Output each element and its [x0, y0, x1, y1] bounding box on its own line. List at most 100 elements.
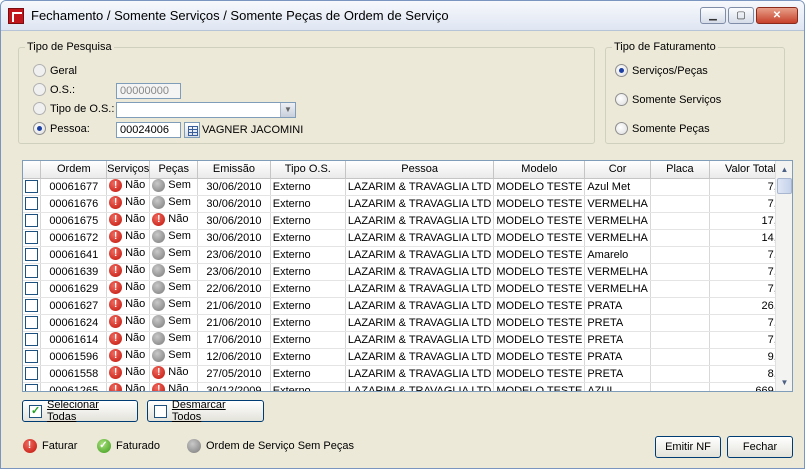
- col-header-ordem[interactable]: Ordem: [40, 161, 108, 179]
- table-row[interactable]: 00061639 Não Sem 23/06/2010ExternoLAZARIM &…: [23, 263, 792, 281]
- row-select-cell[interactable]: [23, 348, 42, 366]
- title-bar[interactable]: Fechamento / Somente Serviços / Somente …: [1, 1, 804, 31]
- cell-pecas: Sem: [149, 195, 199, 213]
- col-header-emissao[interactable]: Emissão: [197, 161, 271, 179]
- chevron-down-icon[interactable]: ▼: [280, 103, 295, 117]
- radio-servicos-pecas[interactable]: Serviços/Peças: [615, 64, 708, 77]
- col-header-pecas[interactable]: Peças: [149, 161, 199, 179]
- cell-placa: [650, 382, 710, 391]
- table-row[interactable]: 00061614 Não Sem 17/06/2010ExternoLAZARIM &…: [23, 331, 792, 349]
- minimize-button[interactable]: ▁: [700, 7, 726, 24]
- row-checkbox[interactable]: [25, 299, 39, 312]
- row-select-cell[interactable]: [23, 178, 42, 196]
- col-header-servicos[interactable]: Serviços: [106, 161, 151, 179]
- row-checkbox[interactable]: [25, 248, 39, 261]
- row-select-cell[interactable]: [23, 212, 42, 230]
- col-header-select[interactable]: [23, 161, 42, 179]
- row-select-cell[interactable]: [23, 280, 42, 298]
- status-gray-icon: [152, 314, 166, 328]
- table-row[interactable]: 00061558 Não Não 27/05/2010ExternoLAZARIM &…: [23, 365, 792, 383]
- table-row[interactable]: 00061596 Não Sem 12/06/2010ExternoLAZARIM &…: [23, 348, 792, 366]
- table-row[interactable]: 00061675 Não Não 30/06/2010ExternoLAZARIM &…: [23, 212, 792, 230]
- radio-tipo-os-circle[interactable]: [33, 102, 46, 115]
- row-select-cell[interactable]: [23, 263, 42, 281]
- radio-pessoa[interactable]: Pessoa:: [33, 122, 90, 135]
- row-checkbox[interactable]: [25, 333, 39, 346]
- table-row[interactable]: 00061265 Não Não 30/12/2009ExternoLAZARIM &…: [23, 382, 792, 391]
- table-row[interactable]: 00061624 Não Sem 21/06/2010ExternoLAZARIM &…: [23, 314, 792, 332]
- close-button[interactable]: Fechar: [727, 436, 793, 458]
- cell-modelo: MODELO TESTE: [493, 246, 586, 264]
- col-header-pessoa[interactable]: Pessoa: [345, 161, 495, 179]
- radio-servicos-pecas-circle[interactable]: [615, 64, 628, 77]
- cell-servicos: Não: [106, 195, 151, 213]
- table-row[interactable]: 00061676 Não Sem 30/06/2010ExternoLAZARIM &…: [23, 195, 792, 213]
- radio-pessoa-circle[interactable]: [33, 122, 46, 135]
- table-row[interactable]: 00061629 Não Sem 22/06/2010ExternoLAZARIM &…: [23, 280, 792, 298]
- radio-os-circle[interactable]: [33, 83, 46, 96]
- row-checkbox[interactable]: [25, 316, 39, 329]
- lookup-pessoa-icon[interactable]: [184, 122, 200, 138]
- unselect-all-button[interactable]: Desmarcar Todos: [147, 399, 264, 423]
- table-row[interactable]: 00061627 Não Sem 21/06/2010ExternoLAZARIM &…: [23, 297, 792, 315]
- radio-geral[interactable]: Geral: [33, 64, 77, 77]
- close-window-button[interactable]: ✕: [756, 7, 798, 24]
- row-select-cell[interactable]: [23, 382, 42, 391]
- scroll-thumb[interactable]: [777, 178, 792, 194]
- status-red-icon: [152, 212, 166, 226]
- row-select-cell[interactable]: [23, 314, 42, 332]
- tipo-os-select[interactable]: ▼: [116, 102, 296, 118]
- legend-sem-pecas: Ordem de Serviço Sem Peças: [187, 439, 354, 453]
- scroll-up-icon[interactable]: ▲: [777, 162, 792, 177]
- vertical-scrollbar[interactable]: ▲ ▼: [775, 161, 792, 391]
- emit-nf-button[interactable]: Emitir NF: [655, 436, 721, 458]
- row-checkbox[interactable]: [25, 384, 39, 391]
- col-header-modelo[interactable]: Modelo: [493, 161, 586, 179]
- cell-modelo: MODELO TESTE: [493, 365, 586, 383]
- maximize-button[interactable]: ▢: [728, 7, 754, 24]
- cell-placa: [650, 348, 710, 366]
- col-header-placa[interactable]: Placa: [650, 161, 710, 179]
- row-checkbox[interactable]: [25, 197, 39, 210]
- status-red-icon: [109, 195, 123, 209]
- table-row[interactable]: 00061641 Não Sem 23/06/2010ExternoLAZARIM &…: [23, 246, 792, 264]
- cell-modelo: MODELO TESTE: [493, 212, 586, 230]
- cell-ordem: 00061624: [40, 314, 108, 332]
- row-checkbox[interactable]: [25, 231, 39, 244]
- servicos-status-text: Não: [125, 264, 146, 276]
- row-select-cell[interactable]: [23, 195, 42, 213]
- pessoa-code-input[interactable]: 00024006: [116, 122, 181, 138]
- row-checkbox[interactable]: [25, 265, 39, 278]
- row-select-cell[interactable]: [23, 246, 42, 264]
- radio-somente-servicos-circle[interactable]: [615, 93, 628, 106]
- table-row[interactable]: 00061672 Não Sem 30/06/2010ExternoLAZARIM &…: [23, 229, 792, 247]
- row-select-cell[interactable]: [23, 297, 42, 315]
- col-header-cor[interactable]: Cor: [584, 161, 651, 179]
- pessoa-name: VAGNER JACOMINI: [202, 124, 304, 136]
- radio-somente-pecas-circle[interactable]: [615, 122, 628, 135]
- radio-tipo-os[interactable]: Tipo de O.S.:: [33, 102, 114, 115]
- radio-somente-servicos[interactable]: Somente Serviços: [615, 93, 721, 106]
- cell-modelo: MODELO TESTE: [493, 195, 586, 213]
- orders-grid[interactable]: Ordem Serviços Peças Emissão Tipo O.S. P…: [22, 160, 793, 392]
- row-checkbox[interactable]: [25, 350, 39, 363]
- col-header-tipo-os[interactable]: Tipo O.S.: [270, 161, 346, 179]
- row-select-cell[interactable]: [23, 229, 42, 247]
- row-checkbox[interactable]: [25, 367, 39, 380]
- radio-somente-servicos-label: Somente Serviços: [632, 93, 722, 106]
- status-gray-icon: [152, 229, 166, 243]
- row-checkbox[interactable]: [25, 214, 39, 227]
- cell-emissao: 30/06/2010: [197, 178, 271, 196]
- radio-somente-pecas[interactable]: Somente Peças: [615, 122, 710, 135]
- radio-os[interactable]: O.S.:: [33, 83, 75, 96]
- row-select-cell[interactable]: [23, 365, 42, 383]
- status-red-icon: [152, 382, 166, 391]
- table-row[interactable]: 00061677 Não Sem 30/06/2010ExternoLAZARIM &…: [23, 178, 792, 196]
- os-number-input[interactable]: 00000000: [116, 83, 181, 99]
- select-all-button[interactable]: Selecionar Todas: [22, 399, 138, 423]
- radio-geral-circle[interactable]: [33, 64, 46, 77]
- row-checkbox[interactable]: [25, 282, 39, 295]
- row-select-cell[interactable]: [23, 331, 42, 349]
- scroll-down-icon[interactable]: ▼: [777, 375, 792, 390]
- row-checkbox[interactable]: [25, 180, 39, 193]
